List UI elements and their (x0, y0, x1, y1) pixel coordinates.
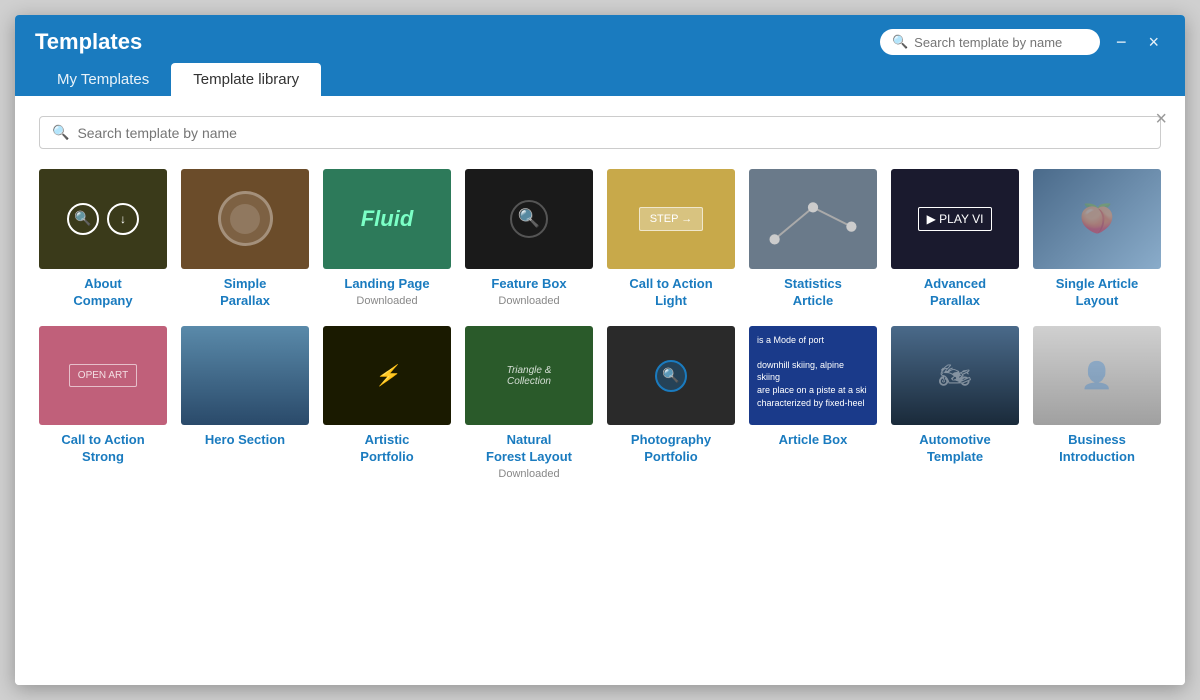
thumb-photography-portfolio: 🔍 (607, 326, 735, 426)
card-badge-feature-box: Downloaded (498, 295, 559, 307)
thumb-simple-parallax (181, 169, 309, 269)
thumb-business-intro: 👤 (1033, 326, 1161, 426)
card-name-cta-strong: Call to ActionStrong (61, 432, 144, 466)
card-name-artistic-portfolio: ArtisticPortfolio (360, 432, 413, 466)
template-card-feature-box[interactable]: 🔍 Feature Box Downloaded (465, 169, 593, 310)
template-card-natural-forest[interactable]: Triangle &Collection NaturalForest Layou… (465, 326, 593, 481)
template-card-cta-light[interactable]: STEP → Call to ActionLight (607, 169, 735, 310)
card-name-article-box: Article Box (779, 432, 848, 449)
thumb-single-article: 🍑 (1033, 169, 1161, 269)
card-name-cta-light: Call to ActionLight (629, 276, 712, 310)
tab-template-library[interactable]: Template library (171, 63, 321, 96)
thumb-hero-section (181, 326, 309, 426)
close-button[interactable]: × (1142, 30, 1165, 55)
thumb-advanced-parallax: ▶ PLAY VI (891, 169, 1019, 269)
template-card-automotive[interactable]: 🏍 AutomotiveTemplate (891, 326, 1019, 481)
templates-dialog: Templates 🔍 − × My Templates Template li… (15, 15, 1185, 685)
template-card-photography-portfolio[interactable]: 🔍 PhotographyPortfolio (607, 326, 735, 481)
header-controls: 🔍 − × (880, 29, 1165, 55)
thumb-about-company: 🔍 ↓ (39, 169, 167, 269)
templates-grid-row2: OPEN ART Call to ActionStrong Hero Secti… (39, 326, 1161, 481)
card-name-feature-box: Feature Box (491, 276, 566, 293)
thumb-article-box: is a Mode of portdownhill skiing, alpine… (749, 326, 877, 426)
dialog-title: Templates (35, 29, 142, 55)
card-badge-landing-page: Downloaded (356, 295, 417, 307)
template-card-simple-parallax[interactable]: SimpleParallax (181, 169, 309, 310)
thumb-cta-light: STEP → (607, 169, 735, 269)
thumb-automotive: 🏍 (891, 326, 1019, 426)
template-card-business-intro[interactable]: 👤 BusinessIntroduction (1033, 326, 1161, 481)
minimize-button[interactable]: − (1110, 30, 1133, 55)
thumb-statistics-article (749, 169, 877, 269)
card-name-statistics-article: StatisticsArticle (784, 276, 842, 310)
template-card-article-box[interactable]: is a Mode of portdownhill skiing, alpine… (749, 326, 877, 481)
card-name-business-intro: BusinessIntroduction (1059, 432, 1135, 466)
card-name-automotive: AutomotiveTemplate (919, 432, 991, 466)
thumb-cta-strong: OPEN ART (39, 326, 167, 426)
template-card-hero-section[interactable]: Hero Section (181, 326, 309, 481)
card-name-landing-page: Landing Page (344, 276, 429, 293)
dialog-body: × 🔍 🔍 ↓ AboutCompany SimpleParall (15, 96, 1185, 685)
template-card-advanced-parallax[interactable]: ▶ PLAY VI AdvancedParallax (891, 169, 1019, 310)
body-search-input[interactable] (77, 125, 1148, 141)
template-card-cta-strong[interactable]: OPEN ART Call to ActionStrong (39, 326, 167, 481)
header-top: Templates 🔍 − × (35, 15, 1165, 63)
templates-grid-row1: 🔍 ↓ AboutCompany SimpleParallax Fluid La… (39, 169, 1161, 310)
header-search-icon: 🔍 (892, 34, 908, 50)
thumb-natural-forest: Triangle &Collection (465, 326, 593, 426)
template-card-landing-page[interactable]: Fluid Landing Page Downloaded (323, 169, 451, 310)
card-name-hero-section: Hero Section (205, 432, 285, 449)
header-search-input[interactable] (914, 35, 1088, 50)
card-name-advanced-parallax: AdvancedParallax (924, 276, 986, 310)
template-card-statistics-article[interactable]: StatisticsArticle (749, 169, 877, 310)
dialog-header: Templates 🔍 − × My Templates Template li… (15, 15, 1185, 96)
template-card-artistic-portfolio[interactable]: ⚡ ArtisticPortfolio (323, 326, 451, 481)
thumb-artistic-portfolio: ⚡ (323, 326, 451, 426)
thumb-feature-box: 🔍 (465, 169, 593, 269)
stats-svg (749, 169, 877, 269)
body-search-icon: 🔍 (52, 124, 69, 141)
card-name-photography-portfolio: PhotographyPortfolio (631, 432, 711, 466)
card-badge-natural-forest: Downloaded (498, 468, 559, 480)
tab-my-templates[interactable]: My Templates (35, 63, 171, 96)
body-search-box[interactable]: 🔍 (39, 116, 1161, 149)
card-name-simple-parallax: SimpleParallax (220, 276, 270, 310)
header-search-box[interactable]: 🔍 (880, 29, 1100, 55)
tab-bar: My Templates Template library (35, 63, 1165, 96)
body-close-button[interactable]: × (1155, 108, 1167, 131)
template-card-single-article[interactable]: 🍑 Single ArticleLayout (1033, 169, 1161, 310)
card-name-natural-forest: NaturalForest Layout (486, 432, 572, 466)
thumb-landing-page: Fluid (323, 169, 451, 269)
card-name-single-article: Single ArticleLayout (1056, 276, 1139, 310)
template-card-about-company[interactable]: 🔍 ↓ AboutCompany (39, 169, 167, 310)
card-name-about-company: AboutCompany (73, 276, 132, 310)
